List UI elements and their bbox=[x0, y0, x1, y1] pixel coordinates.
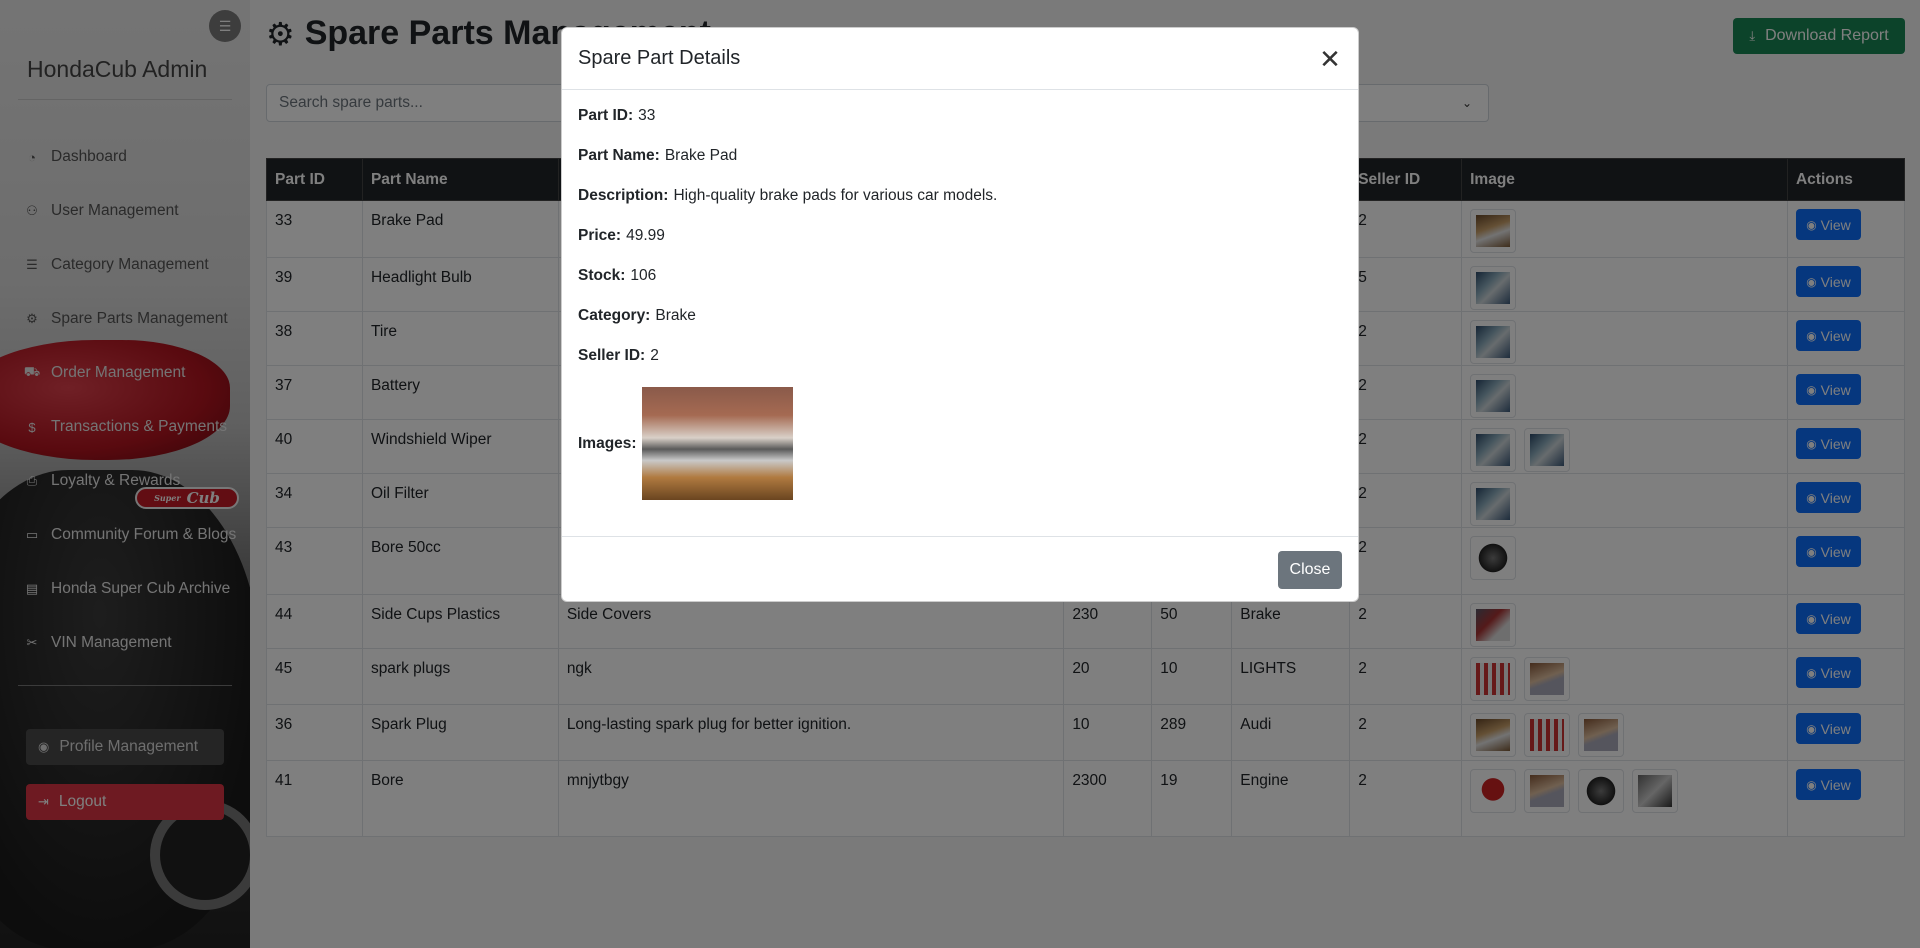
modal-title: Spare Part Details bbox=[578, 47, 741, 69]
modal-body: Part ID: 33 Part Name: Brake Pad Description… bbox=[562, 90, 1358, 537]
detail-value: 106 bbox=[630, 267, 657, 284]
part-photo bbox=[641, 387, 793, 500]
detail-row: Part ID: 33 bbox=[578, 107, 1342, 147]
detail-row: Stock: 106 bbox=[578, 267, 1342, 307]
detail-row: Category: Brake bbox=[578, 307, 1342, 347]
detail-row: Part Name: Brake Pad bbox=[578, 147, 1342, 187]
detail-row: Price: 49.99 bbox=[578, 227, 1342, 267]
detail-fields: Part ID: 33 Part Name: Brake Pad Description… bbox=[578, 107, 1342, 387]
detail-label: Part Name: bbox=[578, 147, 660, 164]
detail-label: Seller ID: bbox=[578, 347, 646, 364]
detail-value: 49.99 bbox=[626, 227, 665, 244]
detail-label: Part ID: bbox=[578, 107, 634, 124]
detail-value: High-quality brake pads for various car … bbox=[673, 187, 998, 204]
detail-value: 33 bbox=[638, 107, 656, 124]
modal-footer: Close bbox=[562, 537, 1358, 603]
detail-value: 2 bbox=[650, 347, 659, 364]
detail-value: Brake bbox=[655, 307, 696, 324]
detail-images-row: Images: bbox=[578, 387, 1342, 500]
detail-value: Brake Pad bbox=[664, 147, 738, 164]
detail-row: Seller ID: 2 bbox=[578, 347, 1342, 387]
detail-label: Stock: bbox=[578, 267, 626, 284]
close-icon[interactable]: ✕ bbox=[1318, 46, 1342, 72]
detail-label: Description: bbox=[578, 187, 669, 204]
detail-label: Category: bbox=[578, 307, 651, 324]
detail-row: Description: High-quality brake pads for … bbox=[578, 187, 1342, 227]
detail-label: Price: bbox=[578, 227, 622, 244]
spare-part-details-modal: Spare Part Details ✕ Part ID: 33 Part Name… bbox=[561, 27, 1359, 602]
images-label: Images: bbox=[578, 434, 637, 452]
close-button[interactable]: Close bbox=[1278, 551, 1342, 589]
modal-header: Spare Part Details ✕ bbox=[562, 28, 1358, 90]
